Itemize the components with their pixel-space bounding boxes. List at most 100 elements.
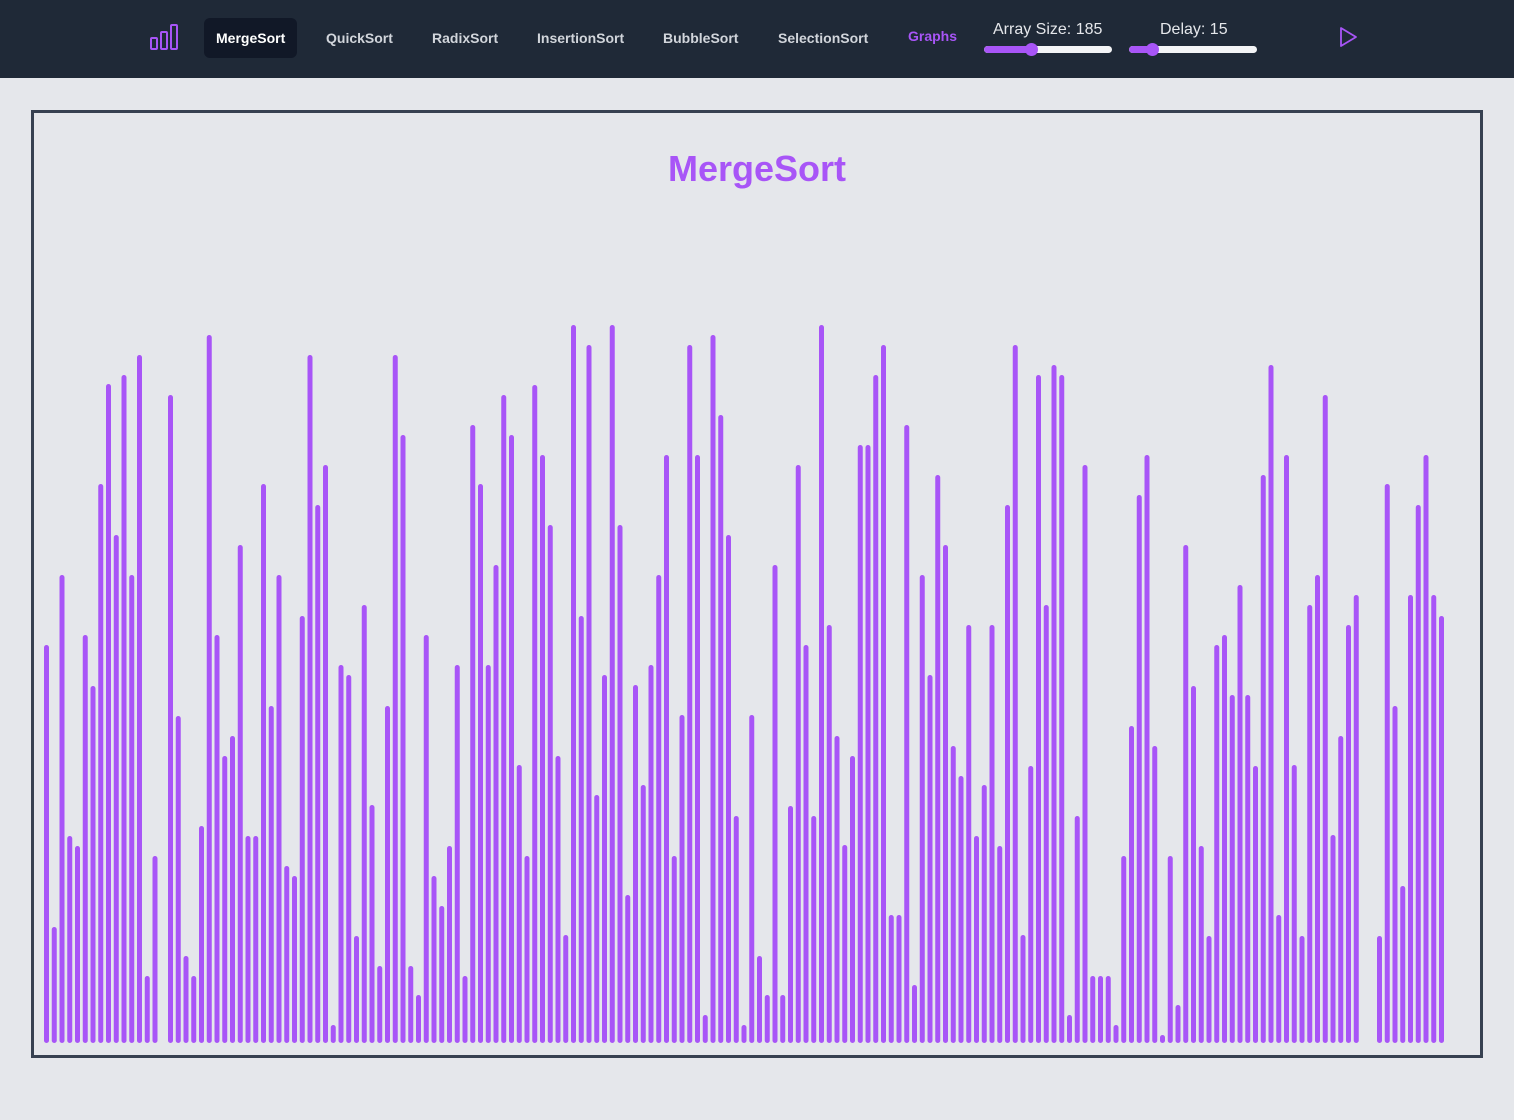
array-bar xyxy=(540,455,545,1043)
array-bar xyxy=(431,876,437,1043)
array-bar xyxy=(1074,816,1080,1043)
array-bar xyxy=(1214,645,1220,1043)
array-bar xyxy=(571,325,576,1043)
array-bar xyxy=(950,746,956,1043)
array-bar xyxy=(563,935,569,1043)
array-bar xyxy=(1121,856,1127,1043)
delay-slider-thumb[interactable] xyxy=(1146,43,1160,56)
array-bar xyxy=(958,776,964,1043)
array-bar xyxy=(1028,766,1034,1043)
array-bar xyxy=(625,895,631,1043)
array-bar xyxy=(834,736,840,1043)
tab-insertionsort[interactable]: InsertionSort xyxy=(525,18,636,58)
array-bar xyxy=(1253,766,1258,1043)
tab-selectionsort[interactable]: SelectionSort xyxy=(766,18,880,58)
tab-quicksort[interactable]: QuickSort xyxy=(314,18,405,58)
array-bar xyxy=(237,545,243,1043)
bar-chart-icon[interactable] xyxy=(150,23,178,51)
array-bar xyxy=(865,445,871,1043)
array-bar xyxy=(377,966,383,1043)
array-bar xyxy=(330,1025,336,1043)
array-bar xyxy=(1315,575,1320,1043)
array-bar xyxy=(850,756,855,1043)
array-bar xyxy=(90,686,96,1043)
array-bar xyxy=(981,785,987,1043)
array-bar xyxy=(75,846,80,1043)
array-bar xyxy=(400,435,406,1043)
array-bar xyxy=(292,876,297,1043)
array-bar xyxy=(1191,686,1196,1043)
array-bar xyxy=(1113,1025,1119,1043)
array-bar xyxy=(276,575,282,1043)
tab-mergesort[interactable]: MergeSort xyxy=(204,18,298,58)
array-bar xyxy=(175,716,181,1043)
array-bar xyxy=(462,976,468,1043)
array-bar xyxy=(749,715,755,1043)
array-bar xyxy=(191,976,197,1043)
array-bar xyxy=(695,455,700,1043)
array-bar xyxy=(609,325,615,1043)
play-icon[interactable] xyxy=(1336,25,1360,49)
array-bar xyxy=(1036,375,1041,1043)
array-bar xyxy=(1291,765,1297,1043)
top-navbar: MergeSort QuickSort RadixSort InsertionS… xyxy=(0,0,1514,78)
array-bar xyxy=(803,645,809,1043)
array-bar xyxy=(1346,625,1351,1043)
array-bar xyxy=(253,836,259,1043)
array-bar xyxy=(493,565,499,1043)
array-bar xyxy=(361,605,367,1043)
array-bar xyxy=(369,805,375,1043)
array-bar xyxy=(741,1025,747,1043)
array-bar xyxy=(927,675,933,1043)
array-bar xyxy=(222,756,228,1043)
array-bar xyxy=(44,645,49,1043)
array-bar xyxy=(811,816,817,1043)
array-bar xyxy=(268,706,274,1043)
array-bar xyxy=(1206,936,1212,1043)
array-bar xyxy=(516,765,522,1043)
array-size-slider-thumb[interactable] xyxy=(1025,43,1039,56)
array-bar xyxy=(1059,375,1065,1043)
array-size-slider[interactable] xyxy=(984,46,1112,53)
array-bar xyxy=(1322,395,1328,1043)
graphs-link[interactable]: Graphs xyxy=(896,18,969,58)
array-bar xyxy=(1245,695,1251,1043)
array-bar xyxy=(113,535,119,1043)
array-bar xyxy=(323,465,328,1043)
array-bar xyxy=(261,484,266,1043)
array-size-slider-fill xyxy=(984,46,1032,53)
array-bar xyxy=(454,665,460,1043)
array-bar xyxy=(106,384,111,1043)
array-bar xyxy=(1136,495,1142,1043)
array-bar xyxy=(1167,856,1173,1043)
array-bar xyxy=(1198,846,1204,1043)
array-bar xyxy=(214,635,220,1043)
array-bar xyxy=(1160,1035,1165,1043)
array-bar xyxy=(1222,635,1227,1043)
tab-radixsort[interactable]: RadixSort xyxy=(420,18,510,58)
array-bar xyxy=(137,355,142,1043)
array-bar xyxy=(524,856,530,1043)
tab-bubblesort[interactable]: BubbleSort xyxy=(651,18,750,58)
array-bar xyxy=(299,616,305,1043)
array-bar xyxy=(1284,455,1289,1043)
array-bar xyxy=(687,345,693,1043)
array-bar xyxy=(1237,585,1243,1043)
array-bar xyxy=(1043,605,1049,1043)
array-bar xyxy=(640,785,646,1043)
array-bar xyxy=(1268,365,1274,1043)
array-bar xyxy=(881,345,886,1043)
array-bar xyxy=(385,706,390,1043)
array-bar xyxy=(602,675,607,1043)
array-bar xyxy=(284,866,290,1043)
array-bar xyxy=(1183,545,1189,1043)
array-bar xyxy=(710,335,716,1043)
array-bar xyxy=(795,465,801,1043)
array-bar xyxy=(199,826,204,1043)
array-bar xyxy=(532,385,538,1043)
array-bar xyxy=(59,575,65,1043)
array-bar xyxy=(439,906,445,1043)
array-bar xyxy=(1307,605,1313,1043)
array-bar xyxy=(478,484,483,1043)
array-bar xyxy=(315,505,321,1043)
